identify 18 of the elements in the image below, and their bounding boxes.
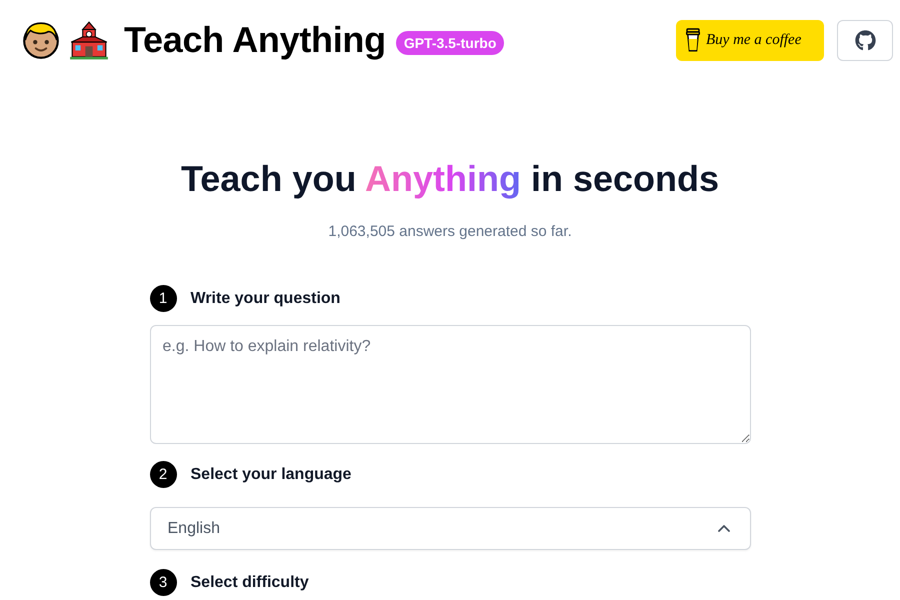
buy-coffee-button[interactable]: Buy me a coffee [676,20,824,60]
coffee-cup-icon [686,28,700,52]
step-number: 3 [150,569,176,596]
github-icon [854,30,876,50]
school-building-icon [68,19,110,61]
step-number: 2 [150,461,176,488]
question-input[interactable]: e.g. How to explain relativity? [150,325,750,444]
step-label: Write your question [190,290,340,308]
step-label: Select your language [190,466,352,484]
language-select[interactable]: English [150,507,750,550]
step-label: Select difficulty [190,574,309,592]
step-number: 1 [150,285,176,312]
site-title: Teach Anything [124,19,386,61]
github-button[interactable] [837,20,893,60]
chevron-up-icon [718,525,730,532]
answers-count-text: 1,063,505 answers generated so far. [328,223,572,240]
model-badge: GPT-3.5-turbo [396,31,504,55]
hero-heading: Teach you Anything in seconds [180,157,720,201]
